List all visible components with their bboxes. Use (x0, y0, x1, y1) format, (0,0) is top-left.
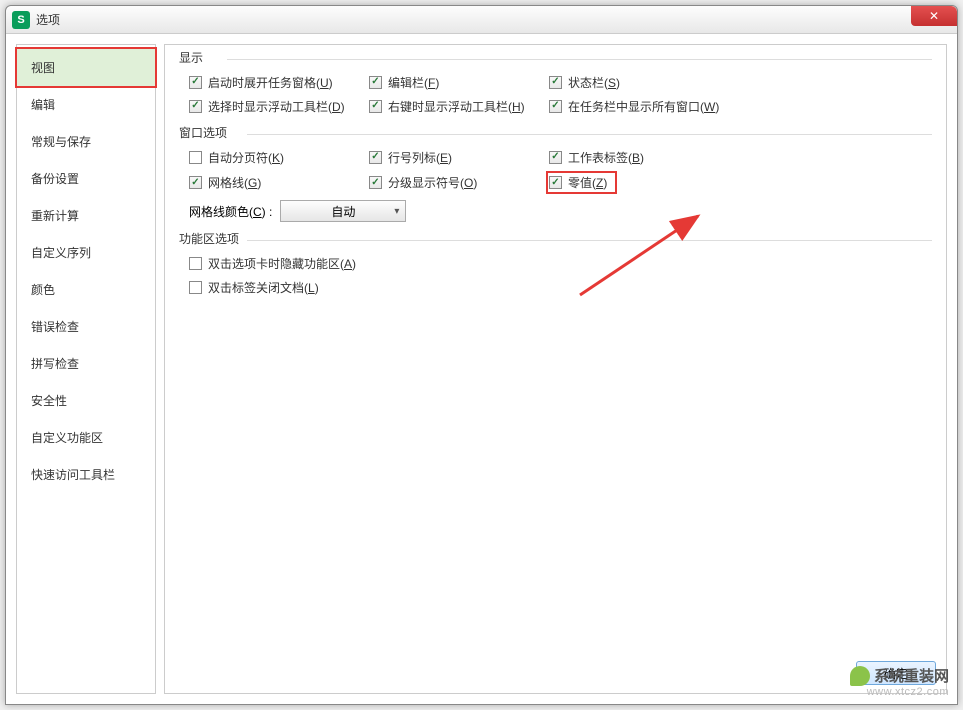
sidebar-item-general-save[interactable]: 常规与保存 (17, 123, 155, 160)
label-startup-taskpane[interactable]: 启动时展开任务窗格(U) (208, 74, 333, 91)
main-panel: 显示 启动时展开任务窗格(U) 编辑栏(F) 状态栏(S (164, 44, 947, 694)
sidebar-item-error-check[interactable]: 错误检查 (17, 308, 155, 345)
label-row-col-headers[interactable]: 行号列标(E) (388, 149, 452, 166)
checkbox-gridlines[interactable] (189, 176, 202, 189)
dropdown-grid-color[interactable]: 自动 (280, 200, 406, 222)
sidebar-item-label: 安全性 (31, 394, 67, 408)
label-dblclick-close-doc[interactable]: 双击标签关闭文档(L) (208, 279, 319, 296)
options-dialog: S 选项 ✕ 视图 编辑 常规与保存 备份设置 重新计算 自定义序列 颜色 错误… (5, 5, 958, 705)
label-sheet-tabs[interactable]: 工作表标签(B) (568, 149, 644, 166)
sidebar-item-custom-ribbon[interactable]: 自定义功能区 (17, 419, 155, 456)
checkbox-dblclick-hide-ribbon[interactable] (189, 257, 202, 270)
label-outline-symbols[interactable]: 分级显示符号(O) (388, 174, 477, 191)
highlight-zero-values: 零值(Z) (546, 171, 617, 194)
group-window-options: 窗口选项 自动分页符(K) 行号列标(E) 工作表标签( (179, 124, 932, 222)
sidebar-item-recalc[interactable]: 重新计算 (17, 197, 155, 234)
sidebar-item-label: 颜色 (31, 283, 55, 297)
group-ribbon-options: 功能区选项 双击选项卡时隐藏功能区(A) 双击标签关闭文档(L) (179, 230, 932, 297)
sidebar-item-label: 备份设置 (31, 172, 79, 186)
sidebar-item-label: 重新计算 (31, 209, 79, 223)
sidebar-item-label: 错误检查 (31, 320, 79, 334)
label-float-toolbar-select[interactable]: 选择时显示浮动工具栏(D) (208, 98, 345, 115)
label-status-bar[interactable]: 状态栏(S) (568, 74, 620, 91)
sidebar-item-label: 自定义功能区 (31, 431, 103, 445)
label-dblclick-hide-ribbon[interactable]: 双击选项卡时隐藏功能区(A) (208, 255, 356, 272)
window-title: 选项 (36, 11, 60, 28)
checkbox-row-col-headers[interactable] (369, 151, 382, 164)
watermark-text: 系统重装网 (874, 665, 949, 686)
watermark: 系统重装网 www.xtcz2.com (850, 665, 949, 698)
sidebar-item-label: 编辑 (31, 98, 55, 112)
sidebar-item-label: 自定义序列 (31, 246, 91, 260)
checkbox-page-breaks[interactable] (189, 151, 202, 164)
content-area: 视图 编辑 常规与保存 备份设置 重新计算 自定义序列 颜色 错误检查 拼写检查… (6, 34, 957, 704)
watermark-url: www.xtcz2.com (850, 686, 949, 698)
sidebar-item-security[interactable]: 安全性 (17, 382, 155, 419)
checkbox-taskbar-windows[interactable] (549, 100, 562, 113)
group-title-ribbon-options: 功能区选项 (179, 230, 932, 249)
app-icon: S (12, 11, 30, 29)
label-taskbar-windows[interactable]: 在任务栏中显示所有窗口(W) (568, 98, 719, 115)
label-gridlines[interactable]: 网格线(G) (208, 174, 261, 191)
checkbox-float-toolbar-select[interactable] (189, 100, 202, 113)
sidebar-item-label: 拼写检查 (31, 357, 79, 371)
sidebar-item-backup[interactable]: 备份设置 (17, 160, 155, 197)
label-formula-bar[interactable]: 编辑栏(F) (388, 74, 439, 91)
sidebar-item-edit[interactable]: 编辑 (17, 86, 155, 123)
label-float-toolbar-right[interactable]: 右键时显示浮动工具栏(H) (388, 98, 525, 115)
checkbox-dblclick-close-doc[interactable] (189, 281, 202, 294)
sidebar-item-label: 视图 (31, 61, 55, 75)
sidebar-item-color[interactable]: 颜色 (17, 271, 155, 308)
checkbox-sheet-tabs[interactable] (549, 151, 562, 164)
checkbox-float-toolbar-right[interactable] (369, 100, 382, 113)
label-zero-values[interactable]: 零值(Z) (568, 174, 607, 191)
close-icon: ✕ (929, 9, 939, 23)
sidebar-item-custom-lists[interactable]: 自定义序列 (17, 234, 155, 271)
sidebar-item-label: 快速访问工具栏 (31, 468, 115, 482)
group-title-display: 显示 (179, 49, 932, 68)
sidebar-item-view[interactable]: 视图 (15, 47, 157, 88)
dropdown-value: 自动 (331, 203, 355, 220)
sidebar-item-quick-access[interactable]: 快速访问工具栏 (17, 456, 155, 493)
sidebar-item-label: 常规与保存 (31, 135, 91, 149)
checkbox-status-bar[interactable] (549, 76, 562, 89)
watermark-icon (850, 666, 870, 686)
group-display: 显示 启动时展开任务窗格(U) 编辑栏(F) 状态栏(S (179, 49, 932, 116)
close-button[interactable]: ✕ (911, 6, 957, 26)
checkbox-formula-bar[interactable] (369, 76, 382, 89)
group-title-window-options: 窗口选项 (179, 124, 932, 143)
sidebar: 视图 编辑 常规与保存 备份设置 重新计算 自定义序列 颜色 错误检查 拼写检查… (16, 44, 156, 694)
titlebar[interactable]: S 选项 ✕ (6, 6, 957, 34)
sidebar-item-spell-check[interactable]: 拼写检查 (17, 345, 155, 382)
checkbox-outline-symbols[interactable] (369, 176, 382, 189)
checkbox-zero-values[interactable] (549, 176, 562, 189)
label-grid-color: 网格线颜色(C) : (189, 203, 272, 220)
checkbox-startup-taskpane[interactable] (189, 76, 202, 89)
label-page-breaks[interactable]: 自动分页符(K) (208, 149, 284, 166)
